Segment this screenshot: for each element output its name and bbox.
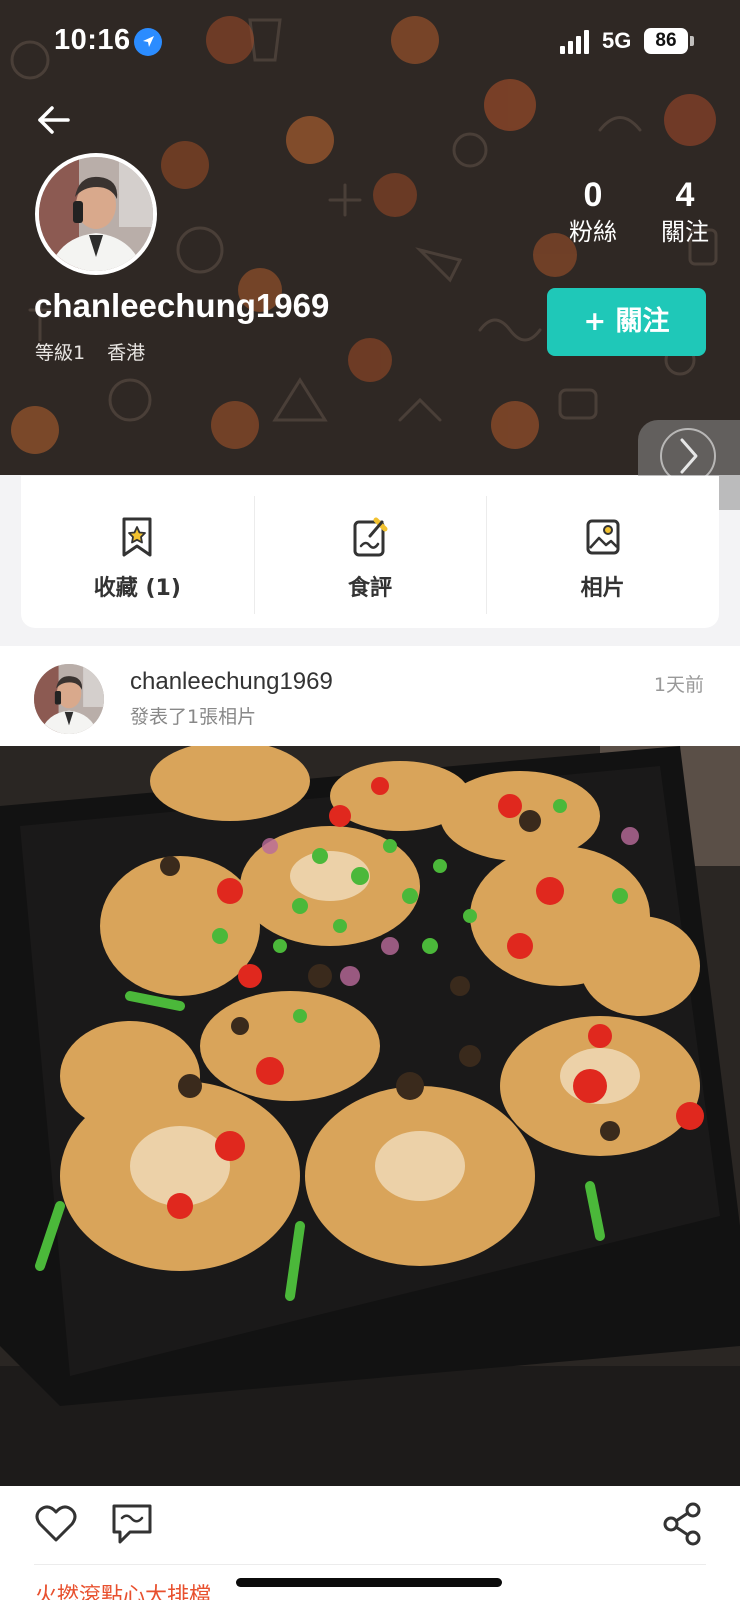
post-actions [0, 1502, 740, 1562]
status-time: 10:16 [54, 24, 131, 56]
network-label: 5G [602, 28, 632, 53]
bookmarks-label: 收藏 (1) [93, 576, 181, 601]
post-avatar[interactable] [34, 664, 104, 734]
post-divider [34, 1564, 706, 1565]
following-count: 4 [675, 176, 695, 214]
restaurant-link[interactable]: 火撚滾點心大排檔 [35, 1578, 211, 1600]
reviews-tab[interactable]: 食評 [253, 476, 487, 628]
profile-level: 等級1 [35, 342, 86, 364]
status-bar: 10:16 5G 86 [0, 22, 740, 62]
profile-header: 10:16 5G 86 0 粉絲 4 關注 chanleechung1969 等… [0, 0, 740, 475]
heart-icon[interactable] [34, 1502, 78, 1546]
edit-note-icon [353, 517, 388, 557]
photo-album-icon [586, 519, 620, 555]
food-photo [0, 746, 740, 1486]
profile-actions: 收藏 (1) 食評 相片 [21, 476, 719, 628]
signal-bars-icon [560, 30, 589, 54]
profile-avatar[interactable] [35, 153, 157, 275]
photos-label: 相片 [580, 576, 625, 601]
avatar-photo [39, 157, 153, 271]
avatar-photo [34, 664, 104, 734]
bookmarks-tab[interactable]: 收藏 (1) [21, 476, 254, 628]
profile-sub-info: 等級1 香港 [35, 338, 145, 365]
share-icon[interactable] [662, 1502, 702, 1546]
following-label: 關注 [661, 218, 709, 246]
profile-page: 10:16 5G 86 0 粉絲 4 關注 chanleechung1969 等… [0, 0, 740, 1600]
battery-indicator: 86 [644, 28, 688, 54]
bookmark-star-icon [122, 517, 152, 557]
arrow-left-icon [38, 106, 70, 134]
post-subtitle: 發表了1張相片 [130, 706, 257, 728]
back-button[interactable] [34, 100, 74, 140]
reviews-label: 食評 [348, 576, 393, 601]
comment-icon[interactable] [110, 1502, 154, 1546]
following-stat[interactable]: 4 關注 [630, 175, 740, 249]
post-card: chanleechung1969 發表了1張相片 1天前 火撚滾點心大排檔 [0, 646, 740, 1600]
battery-tip [690, 36, 694, 46]
profile-region: 香港 [107, 342, 146, 364]
follow-button[interactable]: + 關注 [547, 288, 706, 356]
home-indicator [236, 1578, 502, 1587]
profile-username: chanleechung1969 [34, 287, 330, 324]
post-photo[interactable] [0, 746, 740, 1486]
post-timestamp: 1天前 [653, 674, 704, 696]
photos-tab[interactable]: 相片 [486, 476, 719, 628]
post-username[interactable]: chanleechung1969 [130, 668, 333, 696]
location-arrow-icon [134, 28, 162, 56]
